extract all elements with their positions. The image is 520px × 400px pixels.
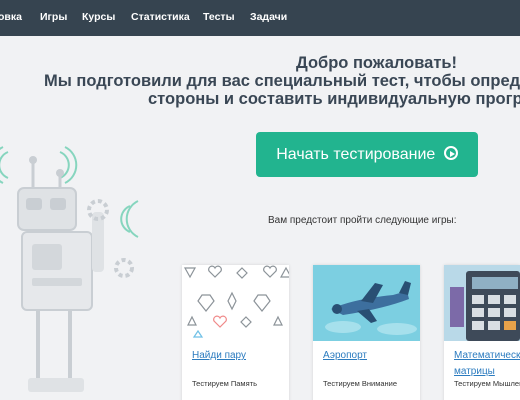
calculator-icon	[444, 265, 520, 341]
start-testing-button[interactable]: Начать тестирование	[256, 132, 478, 177]
game-skill: Тестируем Мышлен	[454, 379, 520, 388]
welcome-title: Добро пожаловать!	[296, 54, 458, 72]
shapes-pattern-icon	[182, 265, 289, 341]
nav-item-games[interactable]: Игры	[40, 11, 67, 23]
welcome-text-line: стороны и составить индивидуальную прогр…	[148, 90, 520, 108]
nav-item-training[interactable]: овка	[0, 11, 22, 23]
game-title[interactable]: Математическ матрицы	[454, 348, 520, 380]
start-testing-label: Начать тестирование	[276, 146, 436, 163]
play-icon	[443, 146, 458, 160]
game-card[interactable]: Найди пару Тестируем Память	[182, 265, 289, 400]
robot-icon	[0, 146, 139, 392]
game-title[interactable]: Аэропорт	[323, 348, 367, 364]
game-title[interactable]: Найди пару	[192, 348, 246, 364]
top-nav: овка Игры Курсы Статистика Тесты Задачи	[0, 0, 520, 36]
card-image	[182, 265, 289, 341]
nav-item-tests[interactable]: Тесты	[203, 11, 235, 23]
welcome-text-line: Мы подготовили для вас специальный тест,…	[44, 72, 520, 90]
card-image	[313, 265, 420, 341]
game-card[interactable]: Аэропорт Тестируем Внимание	[313, 265, 420, 400]
game-skill: Тестируем Внимание	[323, 379, 398, 388]
nav-item-courses[interactable]: Курсы	[82, 11, 115, 23]
airplane-icon	[313, 265, 420, 341]
welcome-message: Добро пожаловать! Мы подготовили для вас…	[0, 52, 520, 112]
game-card[interactable]: Математическ матрицы Тестируем Мышлен	[444, 265, 520, 400]
nav-item-statistics[interactable]: Статистика	[131, 11, 190, 23]
robot-illustration	[0, 140, 160, 400]
game-skill: Тестируем Память	[192, 379, 257, 388]
games-intro: Вам предстоит пройти следующие игры:	[268, 215, 457, 226]
nav-item-tasks[interactable]: Задачи	[250, 11, 287, 23]
card-image	[444, 265, 520, 341]
